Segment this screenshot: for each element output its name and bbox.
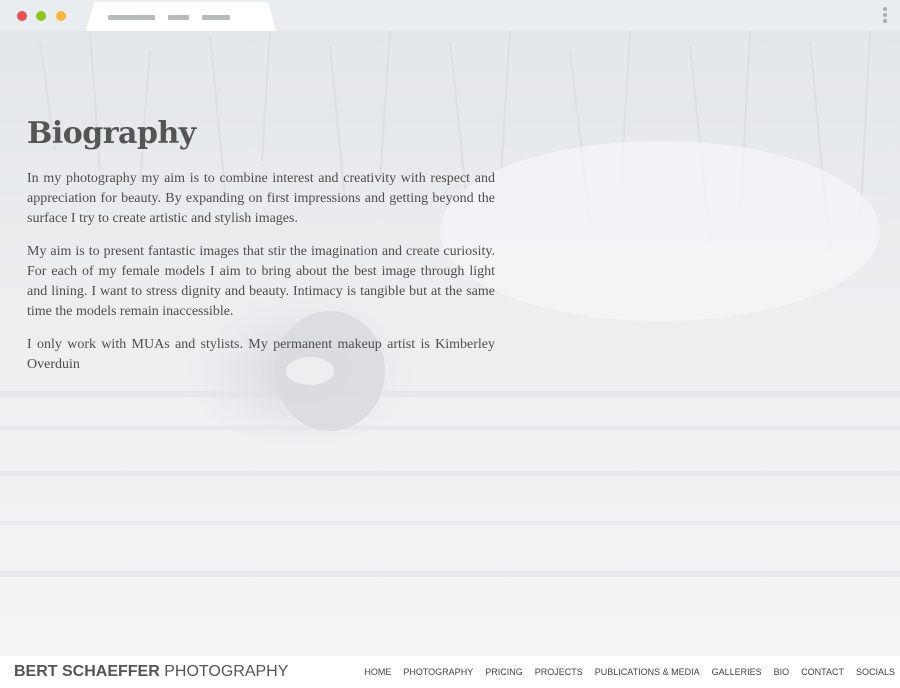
logo-name: BERT SCHAEFFER [14, 663, 160, 680]
site-logo[interactable]: BERT SCHAEFFER PHOTOGRAPHY [14, 662, 288, 682]
nav-item-home[interactable]: HOME [364, 666, 391, 678]
nav-item-publications-media[interactable]: PUBLICATIONS & MEDIA [595, 666, 700, 678]
nav-item-photography[interactable]: PHOTOGRAPHY [403, 666, 473, 678]
nav-item-contact[interactable]: CONTACT [801, 666, 844, 678]
bio-paragraph: I only work with MUAs and stylists. My p… [27, 337, 495, 372]
nav-item-pricing[interactable]: PRICING [485, 666, 523, 678]
kebab-menu-icon[interactable] [882, 7, 888, 25]
nav-item-socials[interactable]: SOCIALS [856, 666, 895, 678]
bio-paragraph: In my photography my aim is to combine i… [27, 171, 495, 226]
main-nav: HOME PHOTOGRAPHY PRICING PROJECTS PUBLIC… [364, 666, 895, 678]
tab-placeholder-bar [168, 15, 189, 20]
biography-content: Biography In my photography my aim is to… [27, 115, 495, 388]
nav-item-bio[interactable]: BIO [774, 666, 790, 678]
close-window-button[interactable] [17, 11, 27, 21]
browser-window: Biography In my photography my aim is to… [0, 0, 900, 688]
hero-section: Biography In my photography my aim is to… [0, 31, 900, 656]
browser-tab[interactable] [86, 2, 276, 31]
nav-item-projects[interactable]: PROJECTS [535, 666, 583, 678]
nav-item-galleries[interactable]: GALLERIES [712, 666, 762, 678]
bio-paragraph: My aim is to present fantastic images th… [27, 244, 495, 319]
tab-placeholder-bar [108, 15, 155, 20]
browser-toolbar [0, 0, 900, 31]
footer-bar: BERT SCHAEFFER PHOTOGRAPHY HOME PHOTOGRA… [0, 656, 900, 688]
minimize-window-button[interactable] [36, 11, 46, 21]
tab-placeholder-bar [202, 15, 230, 20]
logo-subtitle: PHOTOGRAPHY [164, 663, 289, 680]
page-title: Biography [27, 116, 196, 151]
maximize-window-button[interactable] [56, 11, 66, 21]
